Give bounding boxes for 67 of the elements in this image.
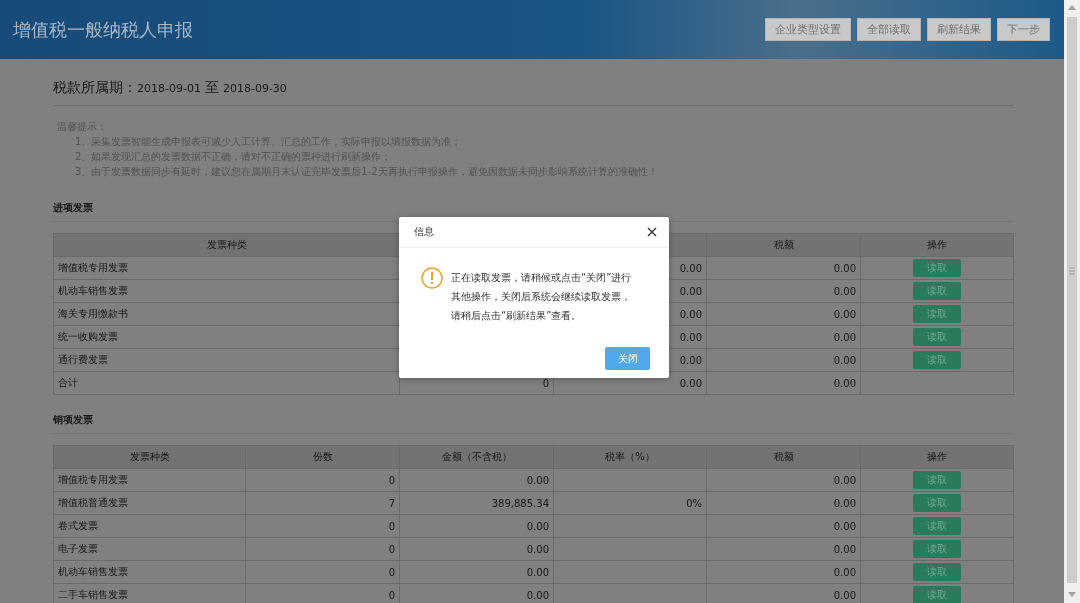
read-button[interactable]: 读取: [913, 471, 961, 489]
table-cell: 0.00: [399, 468, 554, 492]
table-cell: 合计: [53, 371, 400, 395]
table-cell: 增值税普通发票: [53, 491, 246, 515]
read-button[interactable]: 读取: [913, 563, 961, 581]
toolbar-button[interactable]: 企业类型设置: [765, 18, 851, 41]
table-cell: 0.00: [706, 348, 861, 372]
column-header: 税额: [706, 445, 861, 469]
table-cell: 0: [245, 468, 400, 492]
close-button[interactable]: 关闭: [605, 347, 650, 370]
column-header: 税率（%）: [553, 445, 707, 469]
table-cell: 0.00: [706, 256, 861, 280]
table-cell: 机动车销售发票: [53, 279, 400, 303]
column-header: 操作: [860, 445, 1014, 469]
read-button[interactable]: 读取: [913, 494, 961, 512]
read-button[interactable]: 读取: [913, 259, 961, 277]
table-cell: 卷式发票: [53, 514, 246, 538]
table-cell: 0%: [553, 491, 707, 515]
toolbar-button[interactable]: 刷新结果: [927, 18, 991, 41]
read-button[interactable]: 读取: [913, 517, 961, 535]
table-cell: 0.00: [706, 371, 861, 395]
toolbar-button[interactable]: 全部读取: [857, 18, 921, 41]
column-header: 税额: [706, 233, 861, 257]
read-button[interactable]: 读取: [913, 282, 961, 300]
page-title: 增值税一般纳税人申报: [13, 17, 194, 42]
dialog-title: 信息: [414, 225, 434, 239]
close-icon[interactable]: [647, 227, 657, 237]
period-label: 税款所属期：: [53, 79, 137, 97]
table-cell: 0.00: [706, 325, 861, 349]
table-cell: 统一收购发票: [53, 325, 400, 349]
table-cell: 0.00: [399, 560, 554, 584]
table-cell: 电子发票: [53, 537, 246, 561]
read-button[interactable]: 读取: [913, 351, 961, 369]
table-cell: 0.00: [706, 302, 861, 326]
column-header: 操作: [860, 233, 1014, 257]
column-header: 发票种类: [53, 233, 400, 257]
read-button[interactable]: 读取: [913, 305, 961, 323]
table-cell: 0.00: [706, 279, 861, 303]
column-header: 发票种类: [53, 445, 246, 469]
table-cell: 机动车销售发票: [53, 560, 246, 584]
table-cell: 通行费发票: [53, 348, 400, 372]
table-cell: 海关专用缴款书: [53, 302, 400, 326]
table-cell: 0.00: [399, 537, 554, 561]
table-cell: 0.00: [399, 514, 554, 538]
table-cell: 7: [245, 491, 400, 515]
read-button[interactable]: 读取: [913, 540, 961, 558]
column-header: 份数: [245, 445, 400, 469]
section-title: 销项发票: [53, 414, 1013, 434]
table-cell: 0: [245, 514, 400, 538]
table-cell: 0: [245, 560, 400, 584]
warning-icon: [421, 267, 443, 289]
table-cell: 0.00: [706, 514, 861, 538]
table-cell: 0.00: [706, 491, 861, 515]
table-cell: 389,885.34: [399, 491, 554, 515]
period-separator: 至: [204, 79, 219, 97]
toolbar-button[interactable]: 下一步: [997, 18, 1050, 41]
table-cell: 0.00: [706, 560, 861, 584]
table-cell: 0: [245, 537, 400, 561]
table-cell: 增值税专用发票: [53, 256, 400, 280]
table-cell: 增值税专用发票: [53, 468, 246, 492]
table-cell: 0.00: [706, 468, 861, 492]
read-button[interactable]: 读取: [913, 328, 961, 346]
table-cell: 0.00: [706, 537, 861, 561]
period-start-date: 2018-09-01: [137, 82, 201, 95]
column-header: 金额（不含税）: [399, 445, 554, 469]
read-button[interactable]: 读取: [913, 586, 961, 603]
period-end-date: 2018-09-30: [222, 82, 287, 95]
